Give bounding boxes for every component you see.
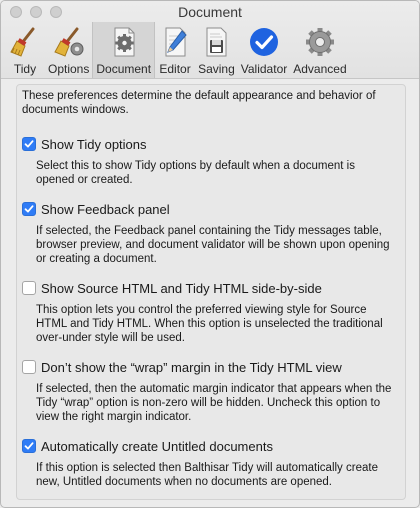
option-label[interactable]: Don’t show the “wrap” margin in the Tidy… <box>41 360 342 375</box>
window-title: Document <box>178 4 242 20</box>
preferences-window: Document Tidy Options Document Editor Sa… <box>0 0 420 508</box>
option-row[interactable]: Automatically create Untitled documents <box>22 437 402 455</box>
option-row[interactable]: Show Tidy options <box>22 135 402 153</box>
document-gear-icon <box>107 25 141 59</box>
checkbox-checked[interactable] <box>22 137 36 151</box>
option-description: If selected, then the automatic margin i… <box>36 383 392 423</box>
toolbar-item-tidy[interactable]: Tidy <box>5 22 45 78</box>
save-document-icon <box>199 25 233 59</box>
option-description: If selected, the Feedback panel containi… <box>36 225 390 265</box>
pen-document-icon <box>158 25 192 59</box>
option-row[interactable]: Show Feedback panel <box>22 200 402 218</box>
option-label[interactable]: Show Source HTML and Tidy HTML side-by-s… <box>41 281 322 296</box>
toolbar-item-options[interactable]: Options <box>45 22 92 78</box>
toolbar-item-label: Validator <box>240 62 288 76</box>
checkbox-unchecked[interactable] <box>22 281 36 295</box>
option-hide-wrap-margin: Don’t show the “wrap” margin in the Tidy… <box>22 358 402 424</box>
toolbar-item-label: Document <box>96 62 152 76</box>
broom-gear-icon <box>52 25 86 59</box>
option-show-feedback-panel: Show Feedback panel If selected, the Fee… <box>22 200 402 266</box>
option-row[interactable]: Don’t show the “wrap” margin in the Tidy… <box>22 358 402 376</box>
option-label[interactable]: Show Feedback panel <box>41 202 170 217</box>
checkmark-icon <box>24 205 34 213</box>
option-label[interactable]: Show Tidy options <box>41 137 147 152</box>
checkmark-icon <box>24 442 34 450</box>
toolbar-item-saving[interactable]: Saving <box>195 22 238 78</box>
toolbar-item-label: Options <box>48 62 90 76</box>
document-preferences-panel: These preferences determine the default … <box>16 84 406 500</box>
option-show-tidy-options: Show Tidy options Select this to show Ti… <box>22 135 402 187</box>
gear-icon <box>303 25 337 59</box>
broom-icon <box>8 25 42 59</box>
preferences-toolbar: Tidy Options Document Editor Saving Vali… <box>5 22 350 78</box>
toolbar-item-label: Editor <box>159 62 191 76</box>
intro-text: These preferences determine the default … <box>22 90 376 116</box>
titlebar-toolbar: Document Tidy Options Document Editor Sa… <box>1 1 419 79</box>
option-description: This option lets you control the preferr… <box>36 304 383 344</box>
toolbar-item-validator[interactable]: Validator <box>238 22 290 78</box>
option-description: If this option is selected then Balthisa… <box>36 462 378 488</box>
toolbar-item-label: Advanced <box>293 62 347 76</box>
checkbox-unchecked[interactable] <box>22 360 36 374</box>
toolbar-item-label: Tidy <box>13 62 37 76</box>
checkmark-icon <box>24 140 34 148</box>
option-description: Select this to show Tidy options by defa… <box>36 160 355 186</box>
option-row[interactable]: Show Source HTML and Tidy HTML side-by-s… <box>22 279 402 297</box>
option-label[interactable]: Automatically create Untitled documents <box>41 439 273 454</box>
toolbar-item-document[interactable]: Document <box>92 22 156 78</box>
checkmark-circle-icon <box>247 25 281 59</box>
option-auto-create-untitled: Automatically create Untitled documents … <box>22 437 402 489</box>
toolbar-item-editor[interactable]: Editor <box>155 22 195 78</box>
checkbox-checked[interactable] <box>22 439 36 453</box>
checkbox-checked[interactable] <box>22 202 36 216</box>
toolbar-item-label: Saving <box>198 62 235 76</box>
toolbar-item-advanced[interactable]: Advanced <box>290 22 349 78</box>
option-side-by-side: Show Source HTML and Tidy HTML side-by-s… <box>22 279 402 345</box>
